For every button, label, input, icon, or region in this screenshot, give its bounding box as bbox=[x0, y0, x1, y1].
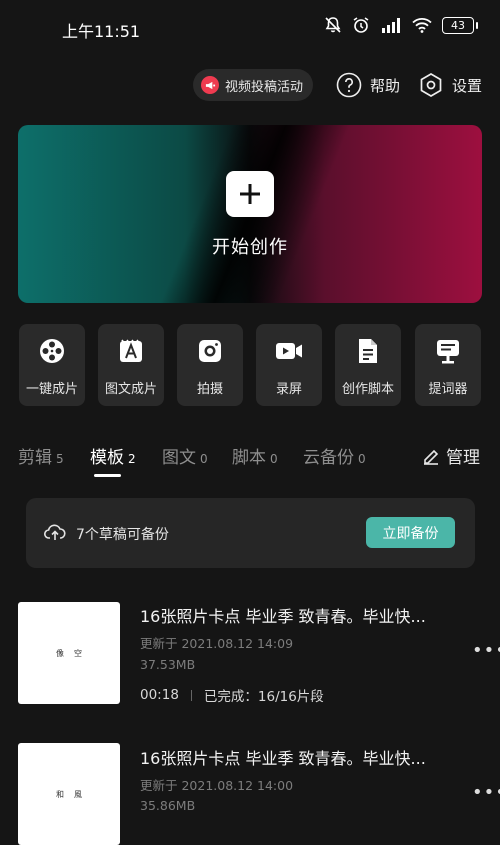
tab-cloud-backup[interactable]: 云备份 0 bbox=[303, 443, 366, 468]
tab-template[interactable]: 模板 2 bbox=[90, 443, 136, 468]
gear-icon bbox=[420, 73, 442, 97]
draft-duration: 00:18 bbox=[140, 687, 179, 703]
backup-banner: 7个草稿可备份 立即备份 bbox=[26, 498, 475, 568]
more-options-icon[interactable]: ••• bbox=[472, 782, 500, 803]
tool-label: 一键成片 bbox=[25, 382, 78, 397]
tab-count: 0 bbox=[270, 452, 278, 466]
tool-script[interactable]: 创作脚本 bbox=[335, 324, 401, 406]
draft-thumbnail[interactable]: 像 空 bbox=[18, 602, 120, 704]
help-icon bbox=[336, 72, 362, 98]
tool-teleprompter[interactable]: 提词器 bbox=[415, 324, 481, 406]
tab-count: 5 bbox=[56, 452, 64, 466]
plus-icon bbox=[226, 171, 274, 217]
thumbnail-text: 像 bbox=[56, 648, 64, 658]
manage-button[interactable]: 管理 bbox=[422, 443, 480, 468]
backup-now-button[interactable]: 立即备份 bbox=[366, 517, 455, 548]
tab-label: 云备份 bbox=[303, 448, 354, 468]
tool-screen-record[interactable]: 录屏 bbox=[256, 324, 322, 406]
status-time: 上午11:51 bbox=[62, 22, 141, 41]
tab-label: 模板 bbox=[90, 448, 124, 468]
draft-thumbnail[interactable]: 和 風 bbox=[18, 743, 120, 845]
megaphone-icon bbox=[201, 76, 219, 94]
draft-title[interactable]: 16张照片卡点 毕业季 致青春。毕业快... bbox=[140, 603, 460, 627]
teleprompter-icon bbox=[433, 336, 463, 366]
camera-icon bbox=[195, 336, 225, 366]
draft-size: 37.53MB bbox=[140, 657, 196, 672]
film-reel-icon bbox=[37, 336, 67, 366]
alarm-icon bbox=[353, 17, 369, 33]
mute-icon bbox=[325, 17, 341, 33]
tab-count: 2 bbox=[128, 452, 136, 466]
tool-label: 创作脚本 bbox=[341, 382, 394, 397]
settings-label: 设置 bbox=[452, 76, 483, 95]
text-image-icon bbox=[116, 336, 146, 366]
screen-record-icon bbox=[274, 336, 304, 366]
manage-label: 管理 bbox=[446, 448, 480, 468]
tool-label: 提词器 bbox=[428, 382, 468, 397]
help-label: 帮助 bbox=[370, 76, 401, 95]
active-tab-indicator bbox=[94, 474, 121, 477]
help-button[interactable]: 帮助 bbox=[336, 72, 400, 98]
signal-icon bbox=[382, 18, 400, 33]
start-creation-card[interactable]: 开始创作 bbox=[18, 125, 482, 303]
tab-label: 脚本 bbox=[232, 448, 266, 468]
tool-text-to-video[interactable]: 图文成片 bbox=[98, 324, 164, 406]
tool-label: 录屏 bbox=[275, 382, 302, 397]
tab-count: 0 bbox=[200, 452, 208, 466]
status-icons: 43 bbox=[324, 16, 478, 34]
battery-indicator: 43 bbox=[442, 16, 478, 34]
tool-label: 拍摄 bbox=[196, 382, 223, 397]
wifi-icon bbox=[412, 18, 432, 33]
tool-camera[interactable]: 拍摄 bbox=[177, 324, 243, 406]
backup-message: 7个草稿可备份 bbox=[76, 527, 169, 543]
draft-status: 已完成：16/16片段 bbox=[203, 689, 324, 705]
tab-label: 剪辑 bbox=[18, 448, 52, 468]
edit-icon bbox=[424, 449, 439, 465]
tool-label: 图文成片 bbox=[104, 382, 157, 397]
draft-title[interactable]: 16张照片卡点 毕业季 致青春。毕业快... bbox=[140, 745, 460, 769]
promo-label: 视频投稿活动 bbox=[225, 79, 304, 95]
tab-label: 图文 bbox=[162, 448, 196, 468]
promo-activity-button[interactable]: 视频投稿活动 bbox=[193, 69, 314, 101]
tab-edit[interactable]: 剪辑 5 bbox=[18, 443, 64, 468]
draft-updated: 更新于 2021.08.12 14:09 bbox=[140, 636, 294, 651]
settings-button[interactable]: 设置 bbox=[418, 72, 482, 98]
start-creation-label: 开始创作 bbox=[212, 237, 288, 258]
draft-progress: 00:18 已完成：16/16片段 bbox=[140, 685, 324, 705]
thumbnail-text: 和 bbox=[56, 789, 64, 799]
thumbnail-text: 空 bbox=[74, 648, 82, 658]
tab-image-text[interactable]: 图文 0 bbox=[162, 443, 208, 468]
tab-count: 0 bbox=[358, 452, 366, 466]
divider bbox=[190, 689, 192, 701]
draft-size: 35.86MB bbox=[140, 798, 196, 813]
script-icon bbox=[353, 336, 383, 366]
more-options-icon[interactable]: ••• bbox=[472, 640, 500, 661]
tab-script[interactable]: 脚本 0 bbox=[232, 443, 278, 468]
draft-updated: 更新于 2021.08.12 14:00 bbox=[140, 778, 294, 793]
tool-one-click-video[interactable]: 一键成片 bbox=[19, 324, 85, 406]
thumbnail-text: 風 bbox=[74, 789, 82, 799]
cloud-upload-icon bbox=[44, 524, 66, 540]
